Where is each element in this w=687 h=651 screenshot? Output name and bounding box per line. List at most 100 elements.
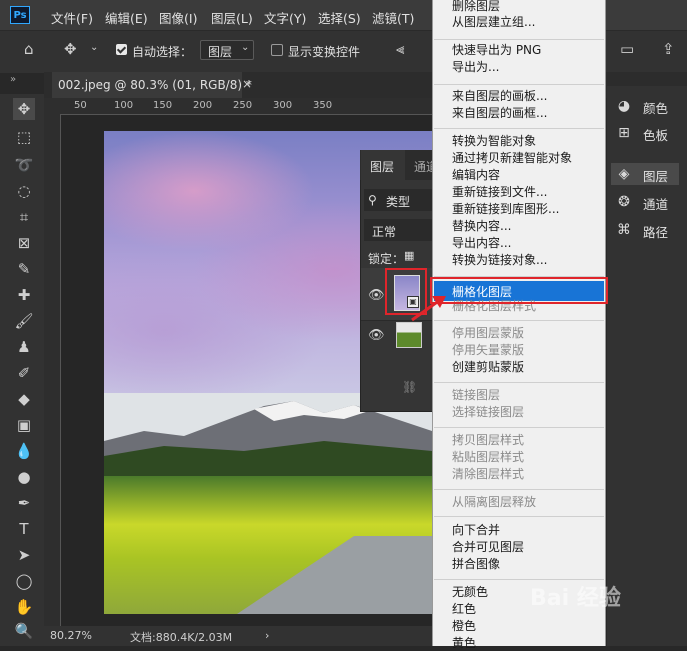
stamp-tool-icon[interactable]: ♟ [13, 336, 35, 358]
shape-tool-icon[interactable]: ◯ [13, 570, 35, 592]
ruler-mark: 200 [193, 100, 213, 111]
auto-select-target-value: 图层 [208, 45, 233, 59]
dock-label: 色板 [643, 128, 669, 143]
path-select-tool-icon[interactable]: ➤ [13, 544, 35, 566]
context-menu-item[interactable]: 红色 [452, 600, 476, 617]
brush-tool-icon[interactable]: 🖌 [13, 310, 35, 332]
context-menu-item[interactable]: 导出内容... [452, 234, 511, 251]
menu-type[interactable]: 文字(Y) [264, 8, 306, 27]
show-transform-checkbox[interactable] [271, 44, 283, 56]
menu-separator [434, 128, 604, 129]
context-menu-item[interactable]: 重新链接到文件... [452, 183, 547, 200]
layer-thumbnail[interactable] [396, 322, 422, 348]
context-menu-item[interactable]: 转换为链接对象... [452, 251, 547, 268]
marquee-tool-icon[interactable]: ⬚ [13, 126, 35, 148]
menu-separator [434, 320, 604, 321]
auto-select-checkbox[interactable] [116, 44, 127, 55]
context-menu-item: 链接图层 [452, 388, 501, 402]
zoom-tool-icon[interactable]: 🔍 [13, 620, 35, 642]
context-menu-item[interactable]: 黄色 [452, 634, 476, 651]
context-menu-item[interactable]: 创建剪贴蒙版 [452, 358, 524, 375]
context-menu-item[interactable]: 替换内容... [452, 217, 511, 234]
ruler-mark: 300 [273, 100, 293, 111]
dock-layers[interactable]: ◈ 图层 [611, 163, 683, 185]
context-menu-item[interactable]: 删除图层 [452, 0, 500, 14]
menu-select[interactable]: 选择(S) [318, 8, 361, 27]
lock-label: 锁定： [368, 252, 405, 266]
workspace-icon[interactable]: ▭ [620, 40, 634, 58]
dodge-tool-icon[interactable]: ● [13, 466, 35, 488]
context-menu-item[interactable]: 来自图层的画板... [452, 87, 547, 104]
context-menu-item[interactable]: 拼合图像 [452, 555, 500, 572]
context-menu-item: 停用图层蒙版 [452, 326, 525, 340]
photoshop-logo-icon: Ps [10, 6, 30, 24]
dock-channels[interactable]: ❂ 通道 [611, 191, 683, 213]
close-tab-icon[interactable]: × [242, 77, 252, 91]
context-menu-item[interactable]: 从图层建立组... [452, 13, 535, 30]
context-menu-item[interactable]: 转换为智能对象 [452, 132, 536, 149]
share-icon[interactable]: ⇪ [662, 40, 675, 58]
menu-layer[interactable]: 图层(L) [211, 8, 253, 27]
visibility-eye-icon[interactable]: 👁 [368, 328, 385, 343]
document-size: 文档:880.4K/2.03M [130, 631, 233, 644]
home-icon[interactable]: ⌂ [24, 40, 34, 58]
eraser-tool-icon[interactable]: ◆ [13, 388, 35, 410]
chevron-down-icon[interactable]: ⌄ [90, 42, 98, 53]
hand-tool-icon[interactable]: ✋ [13, 596, 35, 618]
align-left-icon[interactable]: ⫷ [396, 40, 404, 58]
context-menu-item[interactable]: 快速导出为 PNG [452, 41, 541, 58]
blend-mode-value: 正常 [372, 225, 397, 239]
crop-tool-icon[interactable]: ⌗ [13, 206, 35, 228]
move-tool-icon[interactable]: ✥ [13, 98, 35, 120]
status-arrow-icon[interactable]: › [265, 629, 269, 642]
quick-select-tool-icon[interactable]: ◌ [13, 180, 35, 202]
grid-icon: ⊞ [618, 125, 630, 141]
zoom-level[interactable]: 80.27% [50, 629, 92, 642]
collapse-icon[interactable]: » [10, 74, 16, 85]
context-menu-item[interactable]: 来自图层的画框... [452, 104, 547, 121]
context-menu-item: 清除图层样式 [452, 467, 525, 481]
blur-tool-icon[interactable]: 💧 [13, 440, 35, 462]
healing-tool-icon[interactable]: ✚ [13, 284, 35, 306]
dock-label: 通道 [643, 197, 669, 212]
context-menu-item[interactable]: 向下合并 [452, 521, 500, 538]
menu-separator [434, 84, 604, 85]
ruler-mark: 150 [153, 100, 173, 111]
lasso-tool-icon[interactable]: ➰ [13, 154, 35, 176]
pen-tool-icon[interactable]: ✒ [13, 492, 35, 514]
lock-transparency-icon[interactable]: ▦ [404, 249, 414, 262]
link-layers-icon[interactable]: ⛓ [402, 380, 417, 394]
gradient-tool-icon[interactable]: ▣ [13, 414, 35, 436]
menu-image[interactable]: 图像(I) [159, 8, 197, 27]
context-menu-item: 拷贝图层样式 [452, 433, 525, 447]
dock-color[interactable]: ◕ 颜色 [611, 95, 683, 117]
paths-icon: ⌘ [617, 222, 631, 238]
context-menu-item[interactable]: 橙色 [452, 617, 476, 634]
ruler-mark: 50 [74, 100, 87, 111]
history-brush-icon[interactable]: ✐ [13, 362, 35, 384]
auto-select-label: 自动选择： [132, 45, 193, 59]
annotation-arrow-icon [411, 296, 446, 322]
move-tool-icon[interactable]: ✥ [64, 40, 77, 58]
type-tool-icon[interactable]: T [13, 518, 35, 540]
frame-tool-icon[interactable]: ⊠ [13, 232, 35, 254]
menu-separator [434, 382, 604, 383]
context-menu-item[interactable]: 重新链接到库图形... [452, 200, 559, 217]
menu-edit[interactable]: 编辑(E) [105, 8, 148, 27]
dock-swatches[interactable]: ⊞ 色板 [611, 122, 683, 144]
context-menu-item: 停用矢量蒙版 [452, 343, 525, 357]
context-menu-item[interactable]: 无颜色 [452, 583, 488, 600]
context-menu-item[interactable]: 导出为... [452, 58, 499, 75]
dock-paths[interactable]: ⌘ 路径 [611, 219, 683, 241]
annotation-box [430, 277, 608, 304]
context-menu-item[interactable]: 合并可见图层 [452, 538, 524, 555]
visibility-eye-icon[interactable]: 👁 [368, 288, 385, 303]
dock-label: 图层 [643, 169, 669, 184]
menu-filter[interactable]: 滤镜(T) [372, 8, 414, 27]
eyedropper-tool-icon[interactable]: ✎ [13, 258, 35, 280]
menu-file[interactable]: 文件(F) [51, 8, 93, 27]
context-menu-item[interactable]: 编辑内容 [452, 166, 500, 183]
context-menu-item[interactable]: 通过拷贝新建智能对象 [452, 149, 572, 166]
context-menu-item: 粘贴图层样式 [452, 450, 525, 464]
context-menu-item: 选择链接图层 [452, 405, 525, 419]
